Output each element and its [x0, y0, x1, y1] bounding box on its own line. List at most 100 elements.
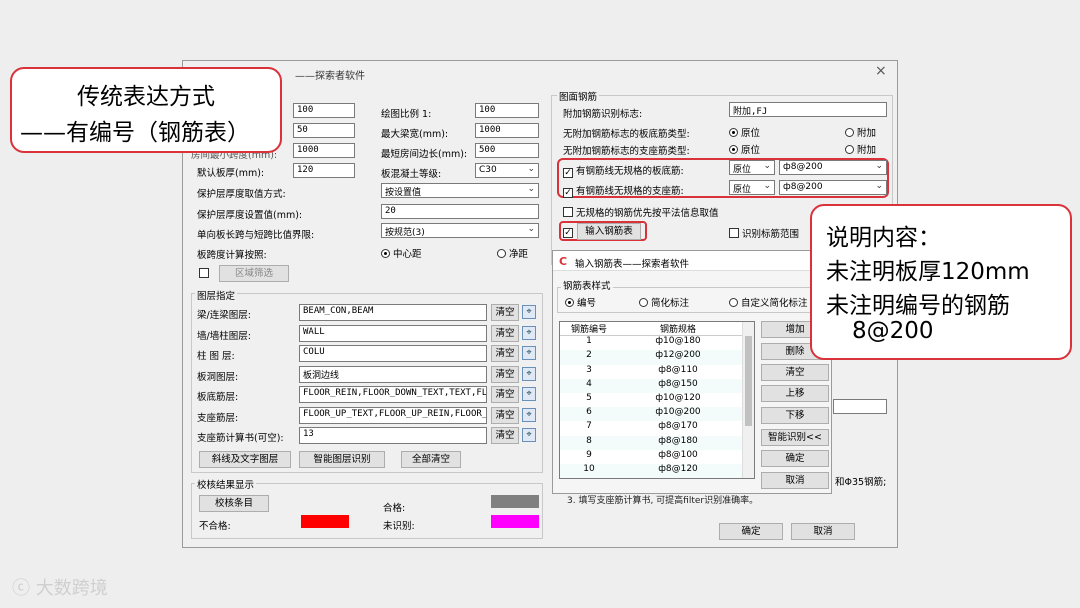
cancel-button[interactable]: 取消	[791, 523, 855, 540]
table-row[interactable]: 4 ф8@150	[560, 378, 754, 393]
region-checkbox[interactable]	[199, 268, 212, 280]
style-simple-radio[interactable]: 简化标注	[639, 295, 689, 309]
layer-pick-icon[interactable]: ⌖	[522, 428, 536, 442]
hidden-input[interactable]	[833, 399, 887, 414]
field-1[interactable]: 100	[293, 103, 355, 118]
noextra-bottom-extra-radio[interactable]: 附加	[845, 125, 876, 139]
default-thickness-input[interactable]: 120	[293, 163, 355, 178]
rebar-table[interactable]: 钢筋编号 钢筋规格 1 ф10@180 2 ф12@200 3 ф8@110 4 ф8@150…	[559, 321, 755, 479]
extra-mark-input[interactable]: 附加,FJ	[729, 102, 887, 117]
rebar-number-cell: 9	[586, 449, 592, 460]
layer-clear-button[interactable]: 清空	[491, 406, 519, 424]
table-row[interactable]: 6 ф10@200	[560, 407, 754, 422]
cover-value-input[interactable]: 20	[381, 204, 539, 219]
unknown-label: 未识别:	[383, 521, 415, 532]
irr-bottom-checkbox[interactable]: ✓ 有钢筋线无规格的板底筋:	[563, 163, 684, 178]
noextra-bottom-label: 无附加钢筋标志的板底筋类型:	[563, 129, 690, 140]
watermark-logo-icon: ⓒ	[12, 578, 36, 599]
table-row[interactable]: 8 ф8@180	[560, 435, 754, 450]
layer-clear-button[interactable]: 清空	[491, 304, 519, 321]
table-row[interactable]: 1 ф10@180	[560, 336, 754, 350]
close-icon[interactable]: ×	[875, 63, 887, 79]
layer-pick-icon[interactable]: ⌖	[522, 366, 536, 381]
field-3[interactable]: 1000	[293, 143, 355, 158]
sub-ok-button[interactable]: 确定	[761, 450, 829, 467]
layer-input[interactable]: 板洞边线	[299, 365, 487, 383]
col-spec-header: 钢筋规格	[659, 325, 696, 335]
check-items-button[interactable]: 校核条目	[199, 495, 269, 512]
rebar-number-cell: 1	[586, 336, 592, 347]
table-row[interactable]: 3 ф8@110	[560, 365, 754, 379]
no-spec-checkbox[interactable]: 无规格的钢筋优先按平法信息取值	[563, 205, 719, 219]
noextra-support-origin-radio[interactable]: 原位	[729, 142, 760, 156]
layer-input[interactable]: FLOOR_REIN,FLOOR_DOWN_TEXT,TEXT,FL	[299, 386, 487, 403]
clear-button[interactable]: 清空	[761, 364, 829, 381]
layer-clear-button[interactable]: 清空	[491, 345, 519, 362]
irr-support-checkbox[interactable]: ✓ 有钢筋线无规格的支座筋:	[563, 183, 684, 198]
callout-right-line1: 说明内容：	[826, 225, 941, 251]
clear-all-button[interactable]: 全部清空	[401, 451, 461, 468]
unknown-color-swatch[interactable]	[491, 515, 539, 528]
noextra-support-extra-radio[interactable]: 附加	[845, 142, 876, 156]
irr-support-spec-select[interactable]: ф8@200 ⌄	[779, 180, 887, 195]
layer-pick-icon[interactable]: ⌖	[522, 387, 536, 401]
chevron-down-icon: ⌄	[763, 181, 771, 191]
span-net-radio[interactable]: 净距	[497, 246, 528, 260]
layer-pick-icon[interactable]: ⌖	[522, 407, 536, 422]
layer-clear-button[interactable]: 清空	[491, 324, 519, 342]
scale-input[interactable]: 100	[475, 103, 539, 118]
max-beam-input[interactable]: 1000	[475, 123, 539, 138]
layer-input[interactable]: FLOOR_UP_TEXT,FLOOR_UP_REIN,FLOOR_	[299, 406, 487, 424]
diag-layer-button[interactable]: 斜线及文字图层	[199, 451, 291, 468]
style-number-radio[interactable]: 编号	[565, 295, 596, 309]
noextra-bottom-origin-radio[interactable]: 原位	[729, 125, 760, 139]
table-row[interactable]: 9 ф8@100	[560, 450, 754, 464]
span-label: 板跨度计算按照:	[197, 250, 267, 261]
layer-pick-icon[interactable]: ⌖	[522, 325, 536, 340]
sub-cancel-button[interactable]: 取消	[761, 472, 829, 489]
ok-label: 合格:	[383, 503, 406, 514]
layer-pick-icon[interactable]: ⌖	[522, 305, 536, 319]
scroll-thumb[interactable]	[745, 336, 752, 426]
smart-identify-button[interactable]: 智能识别<<	[761, 429, 829, 446]
layer-clear-button[interactable]: 清空	[491, 386, 519, 403]
table-row[interactable]: 2 ф12@200	[560, 350, 754, 365]
ok-color-swatch[interactable]	[491, 495, 539, 508]
layer-pick-icon[interactable]: ⌖	[522, 346, 536, 360]
check-group-title: 校核结果显示	[195, 477, 257, 491]
table-row[interactable]: 5 ф10@120	[560, 393, 754, 407]
layer-clear-button[interactable]: 清空	[491, 427, 519, 444]
table-row[interactable]: 10 ф8@120	[560, 463, 754, 478]
irr-bottom-pos-select[interactable]: 原位 ⌄	[729, 160, 775, 175]
region-filter-button[interactable]: 区域筛选	[219, 265, 289, 282]
layer-clear-button[interactable]: 清空	[491, 365, 519, 383]
ratio-select[interactable]: 按规范(3) ⌄	[381, 223, 539, 238]
irr-bottom-spec-select[interactable]: ф8@200 ⌄	[779, 160, 887, 175]
field-2[interactable]: 50	[293, 123, 355, 138]
cover-method-label: 保护层厚度取值方式:	[197, 189, 286, 200]
move-up-button[interactable]: 上移	[761, 385, 829, 402]
irr-support-pos-select[interactable]: 原位 ⌄	[729, 180, 775, 195]
min-room-input[interactable]: 500	[475, 143, 539, 158]
span-center-radio[interactable]: 中心距	[381, 246, 422, 260]
left-callout: 传统表达方式 ——有编号（钢筋表）	[10, 67, 282, 153]
identify-range-checkbox[interactable]: 识别标筋范围	[729, 226, 799, 240]
layer-label: 支座筋层:	[197, 412, 239, 424]
move-down-button[interactable]: 下移	[761, 407, 829, 424]
table-scrollbar[interactable]	[742, 322, 754, 478]
table-row[interactable]: 7 ф8@170	[560, 421, 754, 435]
input-table-button[interactable]: 输入钢筋表	[577, 223, 641, 240]
input-table-checkbox[interactable]: ✓	[563, 226, 576, 238]
extra-mark-label: 附加钢筋识别标志:	[563, 109, 643, 120]
concrete-select[interactable]: C30 ⌄	[475, 163, 539, 178]
cover-method-select[interactable]: 按设置值 ⌄	[381, 183, 539, 198]
fail-color-swatch[interactable]	[301, 515, 349, 528]
style-custom-radio[interactable]: 自定义简化标注	[729, 295, 808, 309]
layer-input[interactable]: 13	[299, 427, 487, 444]
layer-input[interactable]: COLU	[299, 345, 487, 362]
smart-layer-button[interactable]: 智能图层识别	[299, 451, 385, 468]
layer-input[interactable]: BEAM_CON,BEAM	[299, 304, 487, 321]
ok-button[interactable]: 确定	[719, 523, 783, 540]
rebar-spec-cell: ф10@200	[655, 407, 701, 418]
layer-input[interactable]: WALL	[299, 324, 487, 342]
